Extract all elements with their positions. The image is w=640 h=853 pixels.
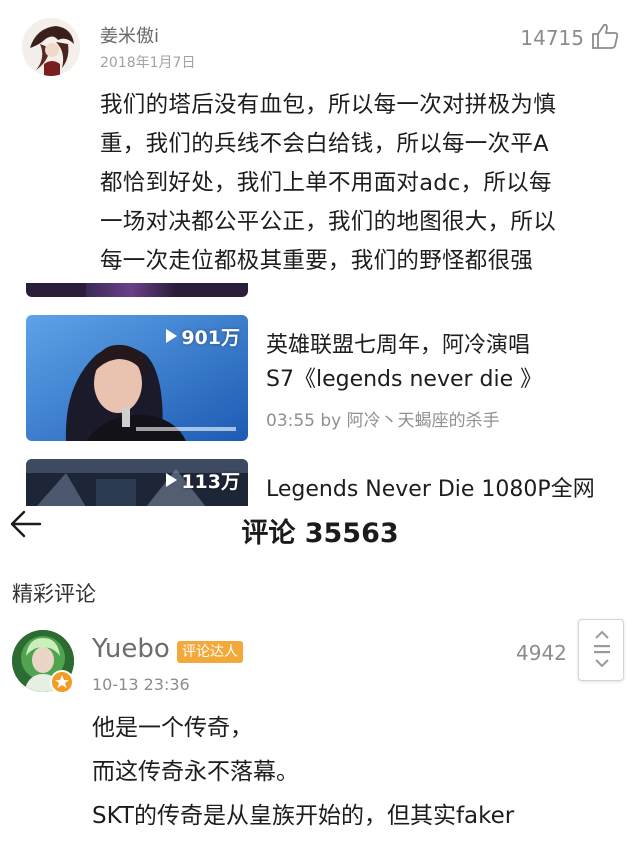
comments-title: 评论 35563 — [241, 518, 399, 549]
comment-date: 2018年1月7日 — [100, 55, 196, 71]
video-title-line: Legends Never Die 1080P全网 — [266, 477, 595, 502]
featured-comments-label: 精彩评论 — [12, 582, 96, 606]
view-count-text: 113万 — [181, 471, 240, 493]
comment-text: 他是一个传奇， 而这传奇永不落幕。 SKT的传奇是从皇族开始的，但其实faker — [92, 706, 632, 838]
video-title-line: S7《legends never die 》 — [266, 367, 543, 392]
comment-date: 10-13 23:36 — [92, 675, 190, 694]
video-title[interactable]: Legends Never Die 1080P全网 — [266, 473, 626, 507]
video-title-line: 英雄联盟七周年，阿冷演唱 — [266, 333, 531, 358]
view-count: 901万 — [166, 323, 240, 350]
comment-line: 我们的塔后没有血包，所以每一次对拼极为慎 — [100, 92, 557, 118]
comment-line: 都恰到好处，我们上单不用面对adc，所以每 — [100, 170, 552, 196]
play-icon — [166, 329, 178, 343]
view-count: 113万 — [166, 467, 240, 494]
commenter-tag: 评论达人 — [177, 641, 243, 663]
video-thumbnail-partial[interactable] — [26, 283, 248, 297]
like-count: 14715 — [520, 26, 584, 50]
comment-text: 我们的塔后没有血包，所以每一次对拼极为慎 重，我们的兵线不会白给钱，所以每一次平… — [100, 86, 620, 281]
commenter-username[interactable]: Yuebo — [92, 634, 170, 664]
commenter-avatar[interactable] — [22, 18, 80, 76]
comment-line: 重，我们的兵线不会白给钱，所以每一次平A — [100, 131, 549, 157]
video-thumbnail[interactable]: 113万 — [26, 459, 248, 507]
view-count-text: 901万 — [181, 327, 240, 349]
comment-line: SKT的传奇是从皇族开始的，但其实faker — [92, 803, 515, 829]
play-icon — [166, 473, 178, 487]
thumbs-up-icon[interactable] — [590, 22, 620, 50]
like-count: 4942 — [516, 641, 567, 665]
comment-line: 而这传奇永不落幕。 — [92, 759, 299, 785]
video-title[interactable]: 英雄联盟七周年，阿冷演唱 S7《legends never die 》 — [266, 329, 626, 397]
video-meta: 03:55 by 阿冷丶天蝎座的杀手 — [266, 411, 500, 431]
vip-badge-icon — [50, 670, 74, 694]
top-comment-card: 姜米傲i 2018年1月7日 14715 我们的塔后没有血包，所以每一次对拼极为… — [0, 0, 640, 282]
video-thumbnail[interactable]: 901万 — [26, 315, 248, 441]
comment-line: 每一次走位都极其重要，我们的野怪都很强 — [100, 248, 534, 274]
comment-line: 他是一个传奇， — [92, 715, 253, 741]
comment-line: 一场对决都公平公正，我们的地图很大，所以 — [100, 209, 557, 235]
commenter-username[interactable]: 姜米傲i — [100, 22, 159, 48]
scroll-handle-icon[interactable] — [578, 619, 624, 681]
